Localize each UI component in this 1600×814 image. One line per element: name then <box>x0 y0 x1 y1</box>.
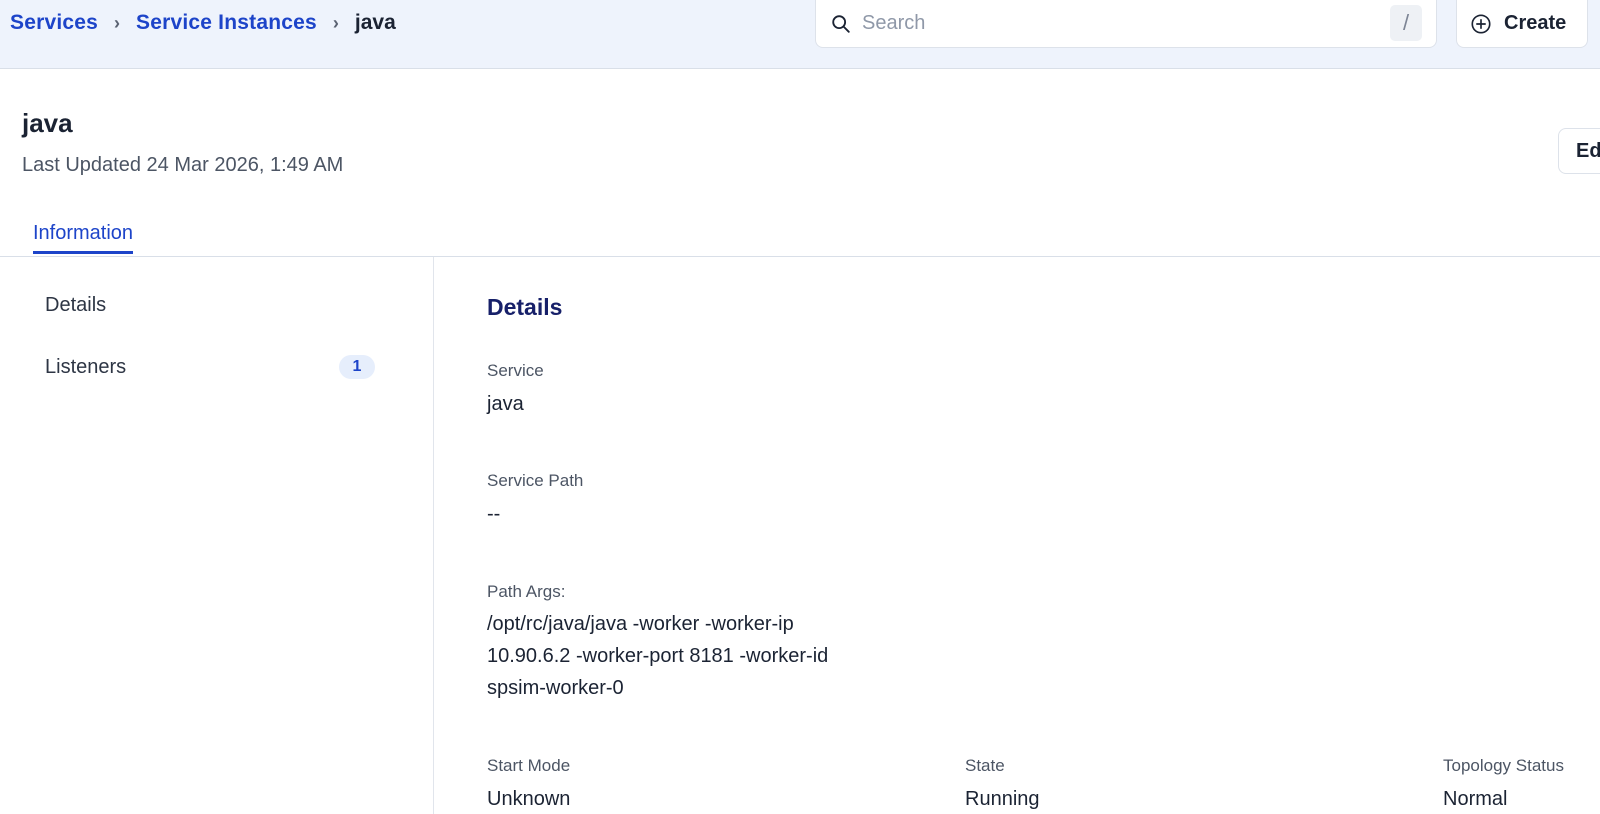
section-nav: Details Listeners 1 <box>0 257 434 814</box>
search-icon <box>832 15 850 33</box>
service-path-value: -- <box>487 503 501 525</box>
path-args-line: 10.90.6.2 -worker-port 8181 -worker-id <box>487 645 829 667</box>
topology-status-value: Normal <box>1443 788 1508 810</box>
service-label: Service <box>487 361 544 380</box>
tab-information[interactable]: Information <box>33 222 134 254</box>
breadcrumb-current: java <box>354 11 396 34</box>
last-updated-text: Last Updated 24 Mar 2026, 1:49 AM <box>22 154 344 176</box>
breadcrumb-service-instances-link[interactable]: Service Instances <box>136 11 317 35</box>
top-bar: Services › Service Instances › java / Cr… <box>0 0 1600 69</box>
chevron-right-icon: › <box>332 12 339 33</box>
nav-item-label: Details <box>45 293 107 316</box>
search-shortcut-key: / <box>1390 5 1422 41</box>
chevron-right-icon: › <box>114 12 121 33</box>
path-args-line: spsim-worker-0 <box>487 677 624 699</box>
nav-item-details[interactable]: Details <box>45 288 375 322</box>
state-label: State <box>965 756 1005 775</box>
breadcrumb-services-link[interactable]: Services <box>10 11 98 35</box>
nav-item-listeners[interactable]: Listeners 1 <box>45 350 375 384</box>
path-args-label: Path Args: <box>487 582 566 601</box>
service-value: java <box>487 393 524 415</box>
state-value: Running <box>965 788 1040 810</box>
breadcrumb: Services › Service Instances › java <box>10 10 396 36</box>
path-args-line: /opt/rc/java/java -worker -worker-ip <box>487 613 794 635</box>
start-mode-value: Unknown <box>487 788 571 810</box>
plus-circle-icon <box>1471 13 1491 34</box>
page-title: java <box>22 108 73 138</box>
topology-status-label: Topology Status <box>1443 756 1564 775</box>
count-badge: 1 <box>339 355 375 379</box>
search-box[interactable]: / <box>815 0 1437 48</box>
details-section-title: Details <box>487 294 563 320</box>
nav-item-label: Listeners <box>45 355 127 378</box>
service-path-label: Service Path <box>487 471 584 490</box>
tab-bar: Information <box>0 212 1600 257</box>
search-input[interactable] <box>862 8 1362 38</box>
create-button[interactable]: Create <box>1456 0 1588 48</box>
start-mode-label: Start Mode <box>487 756 571 775</box>
create-button-label: Create <box>1504 12 1567 34</box>
edit-button[interactable]: Ed <box>1558 128 1600 174</box>
